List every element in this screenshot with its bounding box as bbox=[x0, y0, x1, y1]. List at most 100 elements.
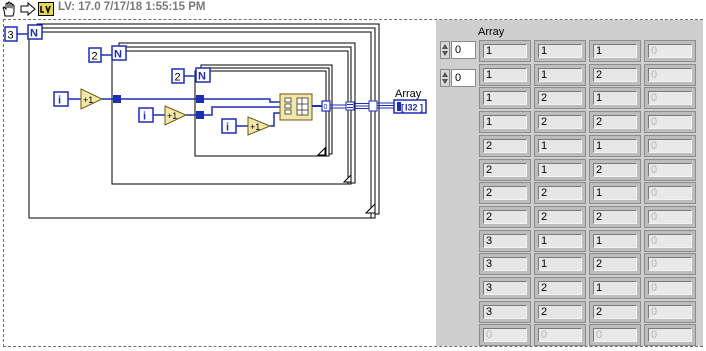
array-cell[interactable]: 0 bbox=[644, 40, 696, 62]
array-cell[interactable]: 2 bbox=[589, 159, 641, 181]
array-cell-value[interactable]: 2 bbox=[483, 210, 527, 224]
array-cell-value[interactable]: 1 bbox=[483, 91, 527, 105]
array-cell-value[interactable]: 2 bbox=[483, 139, 527, 153]
column-index-control[interactable]: 0 bbox=[440, 69, 476, 87]
row-index-spinner[interactable] bbox=[440, 41, 450, 59]
array-cell-value[interactable]: 3 bbox=[483, 305, 527, 319]
array-cell[interactable]: 2 bbox=[479, 135, 531, 157]
array-cell-value[interactable]: 1 bbox=[593, 44, 637, 58]
array-cell-value[interactable]: 1 bbox=[483, 44, 527, 58]
column-index-input[interactable]: 0 bbox=[451, 69, 476, 87]
array-cell[interactable]: 1 bbox=[479, 40, 531, 62]
array-cell-value[interactable]: 1 bbox=[593, 139, 637, 153]
array-cell-value[interactable]: 1 bbox=[593, 91, 637, 105]
array-cell[interactable]: 1 bbox=[534, 40, 586, 62]
array-cell-value[interactable]: 2 bbox=[483, 186, 527, 200]
array-cell[interactable]: 1 bbox=[534, 253, 586, 275]
array-cell[interactable]: 1 bbox=[589, 277, 641, 299]
array-cell[interactable]: 0 bbox=[644, 135, 696, 157]
array-cell-value[interactable]: 2 bbox=[593, 305, 637, 319]
array-cell[interactable]: 1 bbox=[534, 159, 586, 181]
array-cell[interactable]: 0 bbox=[644, 182, 696, 204]
array-cell-value[interactable]: 1 bbox=[483, 115, 527, 129]
array-cell[interactable]: 1 bbox=[534, 64, 586, 86]
array-cell-value[interactable]: 2 bbox=[538, 281, 582, 295]
array-cell-value[interactable]: 3 bbox=[483, 234, 527, 248]
array-cell-value[interactable]: 2 bbox=[593, 115, 637, 129]
array-cell[interactable]: 2 bbox=[589, 111, 641, 133]
array-cell[interactable]: 2 bbox=[589, 253, 641, 275]
array-cell[interactable]: 2 bbox=[479, 206, 531, 228]
middle-count-constant[interactable]: 2 bbox=[88, 47, 102, 63]
array-cell[interactable]: 1 bbox=[589, 230, 641, 252]
array-cell[interactable]: 0 bbox=[644, 206, 696, 228]
array-cell-value[interactable]: 0 bbox=[648, 115, 692, 129]
array-cell-value[interactable]: 1 bbox=[593, 281, 637, 295]
array-cell-value[interactable]: 2 bbox=[538, 186, 582, 200]
array-cell[interactable]: 3 bbox=[479, 301, 531, 323]
array-cell[interactable]: 1 bbox=[589, 182, 641, 204]
array-cell-value[interactable]: 1 bbox=[483, 68, 527, 82]
array-cell[interactable]: 2 bbox=[479, 182, 531, 204]
build-array-node[interactable] bbox=[279, 93, 313, 121]
array-cell[interactable]: 3 bbox=[479, 277, 531, 299]
array-cell-value[interactable]: 1 bbox=[538, 139, 582, 153]
array-cell-value[interactable]: 2 bbox=[593, 163, 637, 177]
array-cell[interactable]: 0 bbox=[644, 301, 696, 323]
array-cell-value[interactable]: 2 bbox=[593, 68, 637, 82]
array-cell-value[interactable]: 1 bbox=[593, 234, 637, 248]
array-indicator-terminal[interactable]: [ I32 ] bbox=[393, 99, 427, 114]
array-cell[interactable]: 0 bbox=[644, 64, 696, 86]
array-cell[interactable]: 2 bbox=[534, 182, 586, 204]
array-cell-value[interactable]: 0 bbox=[538, 328, 582, 342]
array-cell-value[interactable]: 0 bbox=[648, 91, 692, 105]
array-cell[interactable]: 1 bbox=[534, 135, 586, 157]
array-cell[interactable]: 0 bbox=[644, 253, 696, 275]
array-cell-value[interactable]: 0 bbox=[593, 328, 637, 342]
array-cell-value[interactable]: 0 bbox=[648, 257, 692, 271]
array-cell[interactable]: 0 bbox=[644, 324, 696, 346]
array-cell[interactable]: 2 bbox=[589, 301, 641, 323]
array-cell[interactable]: 2 bbox=[534, 206, 586, 228]
array-cell-value[interactable]: 2 bbox=[538, 210, 582, 224]
array-cell-value[interactable]: 0 bbox=[483, 328, 527, 342]
array-cell-value[interactable]: 1 bbox=[538, 44, 582, 58]
array-cell[interactable]: 0 bbox=[644, 230, 696, 252]
array-cell[interactable]: 0 bbox=[479, 324, 531, 346]
array-cell[interactable]: 2 bbox=[534, 87, 586, 109]
array-cell-value[interactable]: 2 bbox=[538, 115, 582, 129]
array-cell-value[interactable]: 2 bbox=[593, 257, 637, 271]
array-cell-value[interactable]: 1 bbox=[538, 68, 582, 82]
array-cell[interactable]: 2 bbox=[534, 301, 586, 323]
array-cell-value[interactable]: 0 bbox=[648, 328, 692, 342]
array-cell[interactable]: 1 bbox=[479, 64, 531, 86]
array-cell-value[interactable]: 2 bbox=[483, 163, 527, 177]
array-cell[interactable]: 1 bbox=[589, 135, 641, 157]
array-cell[interactable]: 0 bbox=[644, 87, 696, 109]
array-cell-value[interactable]: 0 bbox=[648, 139, 692, 153]
row-index-control[interactable]: 0 bbox=[440, 41, 476, 59]
array-cell[interactable]: 1 bbox=[479, 111, 531, 133]
array-cell[interactable]: 0 bbox=[644, 277, 696, 299]
array-cell-value[interactable]: 0 bbox=[648, 281, 692, 295]
decrement-arrow-icon[interactable] bbox=[442, 51, 448, 56]
array-cell[interactable]: 0 bbox=[534, 324, 586, 346]
array-cell[interactable]: 1 bbox=[479, 87, 531, 109]
array-cell-value[interactable]: 0 bbox=[648, 305, 692, 319]
array-cell[interactable]: 2 bbox=[534, 111, 586, 133]
array-cell[interactable]: 2 bbox=[589, 64, 641, 86]
array-cell-value[interactable]: 3 bbox=[483, 257, 527, 271]
outer-count-constant[interactable]: 3 bbox=[4, 26, 18, 42]
array-cell[interactable]: 2 bbox=[479, 159, 531, 181]
array-cell-value[interactable]: 0 bbox=[648, 44, 692, 58]
array-cell[interactable]: 1 bbox=[534, 230, 586, 252]
array-cell[interactable]: 2 bbox=[589, 206, 641, 228]
array-cell-value[interactable]: 0 bbox=[648, 234, 692, 248]
array-cell[interactable]: 2 bbox=[534, 277, 586, 299]
array-cell-value[interactable]: 0 bbox=[648, 186, 692, 200]
array-cell-value[interactable]: 1 bbox=[538, 163, 582, 177]
decrement-arrow-icon[interactable] bbox=[442, 79, 448, 84]
increment-arrow-icon[interactable] bbox=[442, 72, 448, 77]
column-index-spinner[interactable] bbox=[440, 69, 450, 87]
array-cell[interactable]: 0 bbox=[644, 159, 696, 181]
